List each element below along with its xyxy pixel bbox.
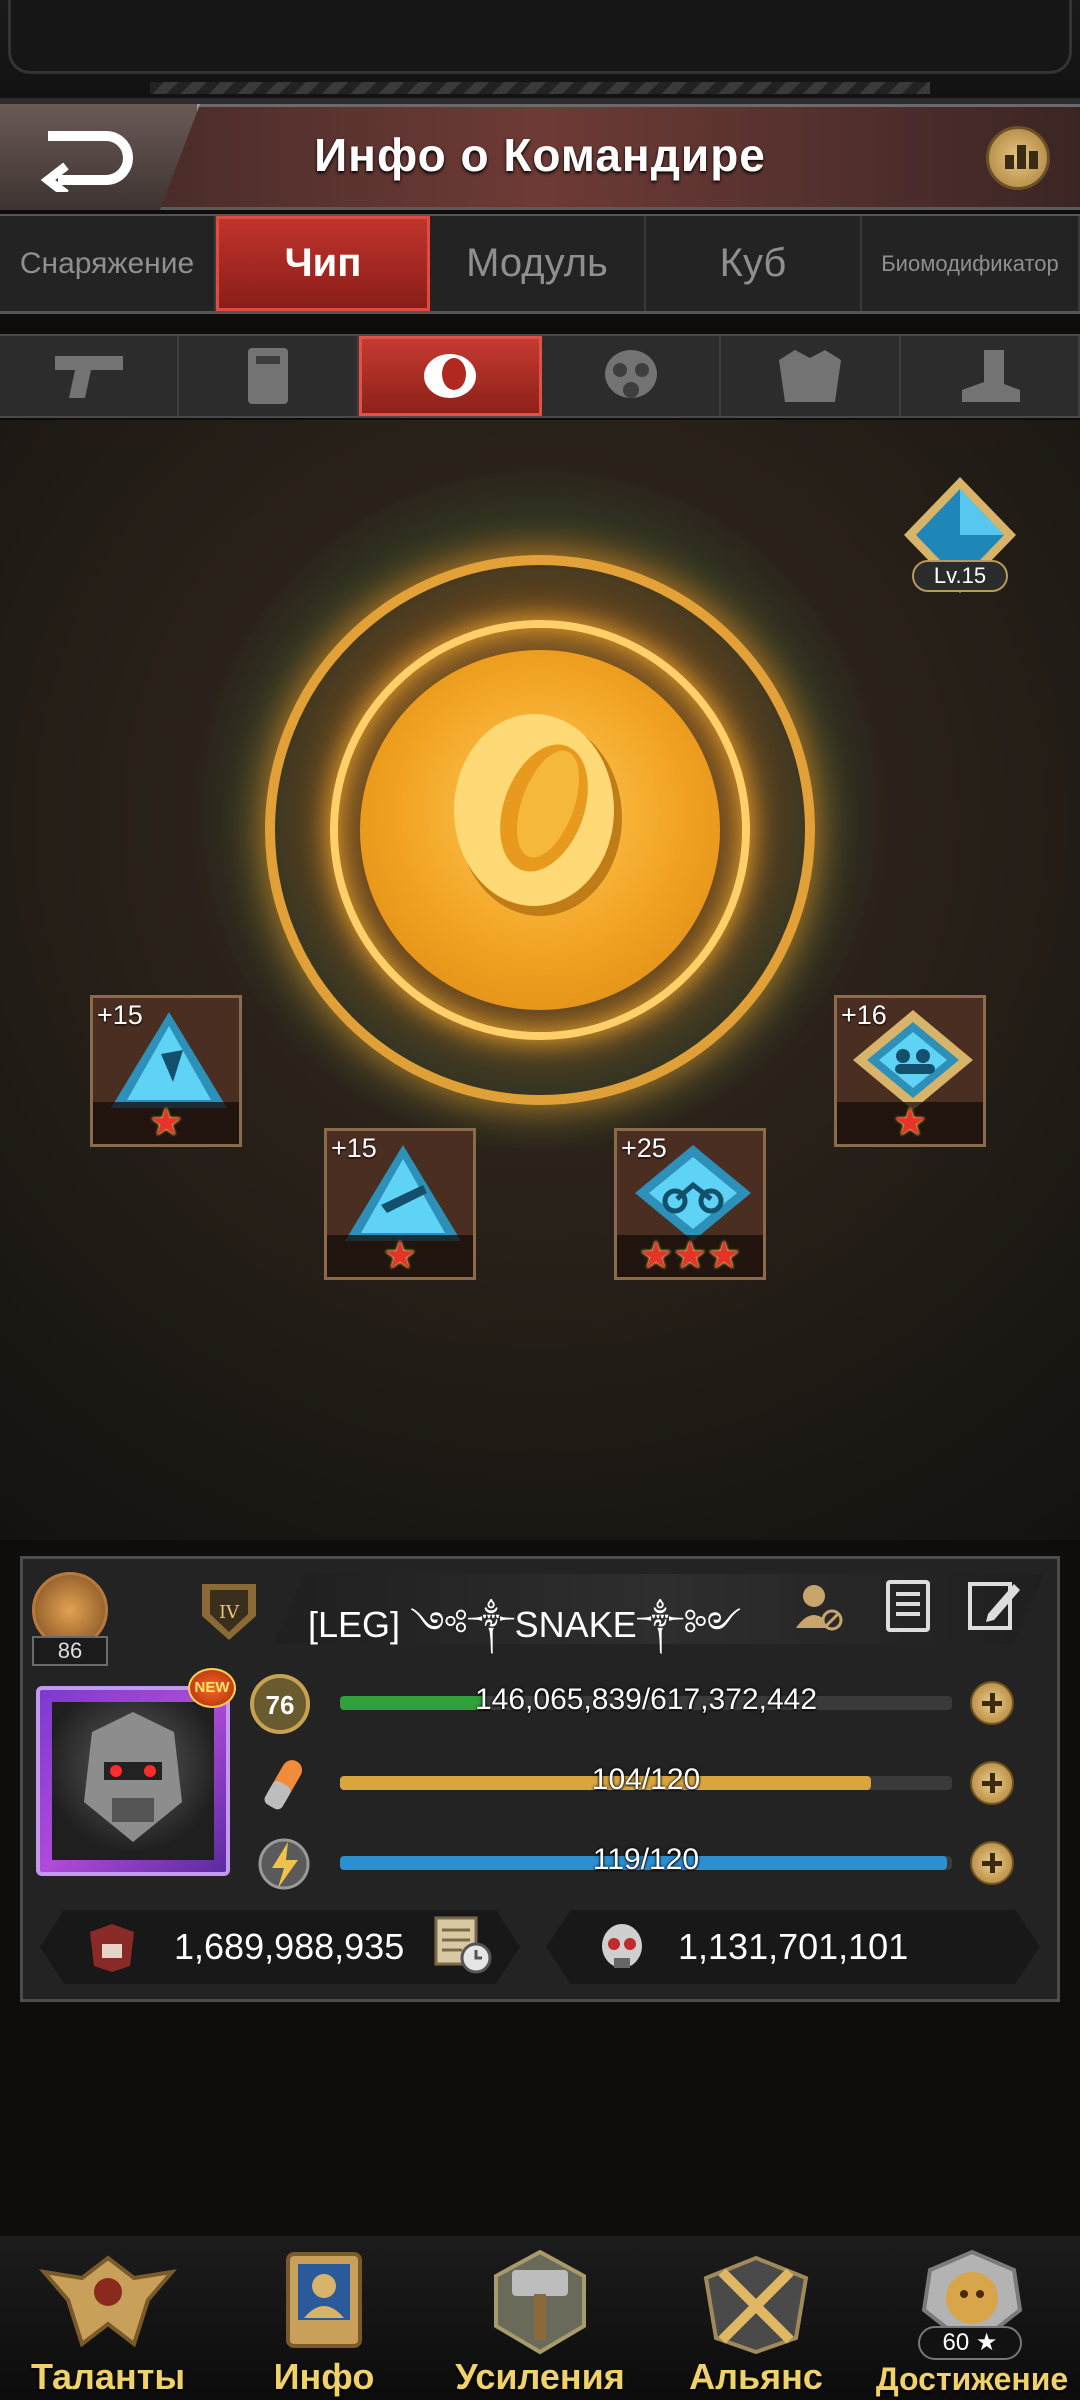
chip-stage: Lv.15 +15 ★ +15 ★ +25 ★ ★ ★ +16 ★ [0, 420, 1080, 1540]
rank-badge-icon[interactable]: IV [194, 1576, 264, 1646]
svg-text:IV: IV [219, 1602, 240, 1623]
energy-bolt-icon [258, 1838, 310, 1890]
chip-enhance-level: +15 [97, 1000, 143, 1030]
star-icon: ★ [672, 1235, 708, 1277]
nav-boosts-label: Усиления [455, 2356, 625, 2397]
tab-biomodifier[interactable]: Биомодификатор [862, 216, 1080, 311]
chip-level-label: Lv.15 [912, 560, 1008, 592]
tab-chip[interactable]: Чип [216, 216, 430, 311]
slot-tab-ring[interactable] [358, 336, 542, 416]
chip-stars: ★ ★ ★ [617, 1235, 763, 1277]
experience-value: 146,065,839/617,372,442 [475, 1683, 817, 1716]
page-title: Инфо о Командире [314, 129, 766, 181]
star-icon: ★ [148, 1102, 184, 1144]
gas-mask-icon [604, 350, 657, 398]
chip-stars: ★ [327, 1235, 473, 1277]
nav-info-label: Инфо [273, 2356, 375, 2397]
skull-mask-icon [602, 1924, 642, 1968]
talents-eagle-icon [38, 2255, 178, 2348]
commander-name: [LEG] ༺༒SNAKE༒༻ [308, 1604, 742, 1645]
power-value: 1,689,988,935 [174, 1926, 405, 1967]
chip-stars: ★ [837, 1102, 983, 1144]
nav-talents-label: Таланты [30, 2356, 186, 2397]
hammer-icon [494, 2249, 586, 2355]
slot-tab-bar [0, 334, 1080, 418]
ring-icon [424, 354, 477, 398]
star-icon: ★ [382, 1235, 418, 1277]
player-blocked-icon[interactable] [790, 1578, 846, 1634]
energy-value: 119/120 [592, 1843, 700, 1876]
chip-slot[interactable]: +16 ★ [834, 995, 986, 1147]
stamina-capsule-icon [264, 1760, 302, 1810]
add-experience-button[interactable] [970, 1681, 1014, 1725]
shield-icon [247, 348, 288, 404]
tab-module[interactable]: Модуль [430, 216, 646, 311]
power-details-icon[interactable] [432, 1914, 494, 1976]
slot-tab-shield[interactable] [179, 336, 359, 416]
add-stamina-button[interactable] [970, 1761, 1014, 1805]
avatar [52, 1702, 214, 1860]
chip-enhance-level: +15 [331, 1133, 377, 1163]
slot-tab-gas-mask[interactable] [542, 336, 722, 416]
chip-enhance-level: +25 [621, 1133, 667, 1163]
add-energy-button[interactable] [970, 1841, 1014, 1885]
slot-tab-boot[interactable] [901, 336, 1080, 416]
slot-tab-armor[interactable] [721, 336, 901, 416]
pistol-icon [54, 356, 123, 398]
achievement-count: 60 ★ [918, 2326, 1022, 2360]
stats-button[interactable] [986, 126, 1050, 190]
slot-tab-pistol[interactable] [0, 336, 180, 416]
top-frame [0, 0, 1080, 104]
crossed-swords-icon [703, 2255, 809, 2355]
top-frame-inner [8, 0, 1072, 74]
kills-value: 1,131,701,101 [678, 1926, 909, 1967]
boot-icon [962, 350, 1021, 402]
star-icon: ★ [707, 1235, 742, 1277]
star-icon: ★ [638, 1235, 673, 1277]
hazard-stripe [150, 82, 930, 94]
tab-bar: Снаряжение Чип Модуль Куб Биомодификатор [0, 214, 1080, 314]
commander-portrait[interactable] [36, 1686, 230, 1876]
chip-slot[interactable]: +25 ★ ★ ★ [614, 1128, 766, 1280]
stamina-value: 104/120 [591, 1763, 701, 1796]
chip-stars: ★ [93, 1102, 239, 1144]
nav-info[interactable]: Инфо [216, 2240, 432, 2400]
info-card-icon [286, 2252, 362, 2348]
nav-talents[interactable]: Таланты [0, 2240, 216, 2400]
level-wreath-icon: 76 [250, 1674, 310, 1734]
nav-alliance-label: Альянс [689, 2356, 823, 2397]
vip-level: 86 [32, 1636, 108, 1666]
tab-cube[interactable]: Куб [646, 216, 862, 311]
edit-icon[interactable] [966, 1576, 1022, 1632]
chip-slot[interactable]: +15 ★ [90, 995, 242, 1147]
new-badge: NEW [188, 1668, 236, 1708]
star-icon: ★ [892, 1102, 928, 1144]
tab-equipment[interactable]: Снаряжение [0, 216, 216, 311]
svg-text:76: 76 [266, 1690, 295, 1720]
power-fist-icon [90, 1924, 134, 1972]
chip-slot[interactable]: +15 ★ [324, 1128, 476, 1280]
robot-head-icon [84, 1712, 182, 1842]
chip-enhance-level: +16 [841, 1000, 887, 1030]
nav-alliance[interactable]: Альянс [648, 2240, 864, 2400]
nav-boosts[interactable]: Усиления [432, 2240, 648, 2400]
armor-vest-icon [778, 350, 841, 402]
nav-achievement-label: Достижение [875, 2361, 1069, 2397]
gold-ring-icon [454, 714, 622, 916]
document-icon[interactable] [880, 1578, 936, 1634]
nav-achievement[interactable]: Достижение [864, 2240, 1080, 2400]
